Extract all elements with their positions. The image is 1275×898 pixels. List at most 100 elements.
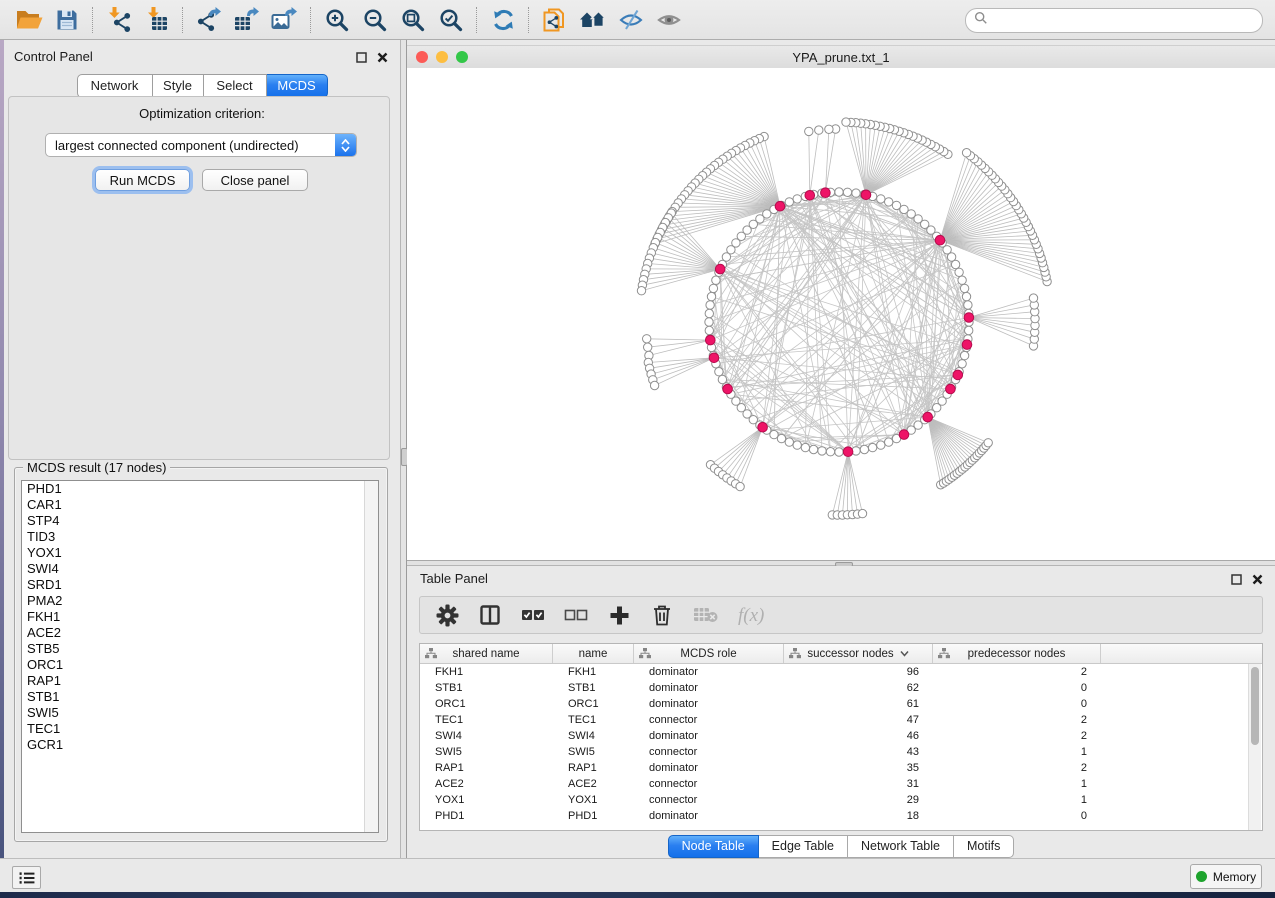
table-row[interactable]: TEC1TEC1connector472 [420, 712, 1262, 728]
mcds-result-item[interactable]: SWI4 [22, 561, 378, 577]
memory-button[interactable]: Memory [1190, 864, 1262, 889]
cell-predecessor-nodes[interactable]: 1 [933, 794, 1101, 806]
tab-style[interactable]: Style [153, 74, 204, 98]
delete-row-icon[interactable] [649, 602, 675, 628]
cell-successor-nodes[interactable]: 46 [784, 730, 933, 742]
cell-successor-nodes[interactable]: 62 [784, 682, 933, 694]
cell-successor-nodes[interactable]: 35 [784, 762, 933, 774]
search-box[interactable] [965, 8, 1263, 33]
table-row[interactable]: PHD1PHD1dominator180 [420, 808, 1262, 824]
cell-name[interactable]: ACE2 [553, 778, 634, 790]
mcds-result-item[interactable]: RAP1 [22, 673, 378, 689]
cell-name[interactable]: YOX1 [553, 794, 634, 806]
cell-MCDS-role[interactable]: connector [634, 746, 784, 758]
show-columns-icon[interactable] [477, 602, 503, 628]
network-window-titlebar[interactable]: YPA_prune.txt_1 [407, 45, 1275, 70]
cell-MCDS-role[interactable]: dominator [634, 730, 784, 742]
cell-predecessor-nodes[interactable]: 2 [933, 666, 1101, 678]
cell-shared-name[interactable]: TEC1 [420, 714, 553, 726]
mcds-result-item[interactable]: PHD1 [22, 481, 378, 497]
export-table-icon[interactable] [228, 4, 266, 36]
cell-shared-name[interactable]: YOX1 [420, 794, 553, 806]
duplicate-network-icon[interactable] [536, 4, 574, 36]
cell-successor-nodes[interactable]: 18 [784, 810, 933, 822]
cell-shared-name[interactable]: ACE2 [420, 778, 553, 790]
window-zoom-icon[interactable] [456, 51, 468, 63]
settings-icon[interactable] [434, 602, 460, 628]
cell-name[interactable]: ORC1 [553, 698, 634, 710]
cell-successor-nodes[interactable]: 61 [784, 698, 933, 710]
zoom-out-icon[interactable] [356, 4, 394, 36]
mcds-result-item[interactable]: GCR1 [22, 737, 378, 753]
cell-successor-nodes[interactable]: 47 [784, 714, 933, 726]
mcds-result-list[interactable]: PHD1CAR1STP4TID3YOX1SWI4SRD1PMA2FKH1ACE2… [21, 480, 379, 833]
close-panel-icon[interactable] [1251, 573, 1263, 585]
mcds-result-item[interactable]: SWI5 [22, 705, 378, 721]
cell-name[interactable]: FKH1 [553, 666, 634, 678]
zoom-fit-icon[interactable] [394, 4, 432, 36]
cell-name[interactable]: PHD1 [553, 810, 634, 822]
tab-mcds[interactable]: MCDS [267, 74, 328, 98]
column-header-predecessor-nodes[interactable]: predecessor nodes [933, 644, 1101, 663]
cell-predecessor-nodes[interactable]: 0 [933, 810, 1101, 822]
mcds-list-scrollbar[interactable] [364, 481, 378, 832]
column-header-successor-nodes[interactable]: successor nodes [784, 644, 933, 663]
vertical-splitter[interactable] [400, 40, 407, 858]
cell-MCDS-role[interactable]: dominator [634, 698, 784, 710]
run-mcds-button[interactable]: Run MCDS [95, 169, 190, 191]
cell-name[interactable]: SWI5 [553, 746, 634, 758]
deselect-all-icon[interactable] [563, 602, 589, 628]
tab-node-table[interactable]: Node Table [668, 835, 759, 858]
export-network-icon[interactable] [190, 4, 228, 36]
tab-edge-table[interactable]: Edge Table [759, 835, 848, 858]
cell-shared-name[interactable]: ORC1 [420, 698, 553, 710]
import-network-icon[interactable] [100, 4, 138, 36]
mcds-result-item[interactable]: STP4 [22, 513, 378, 529]
cell-MCDS-role[interactable]: connector [634, 778, 784, 790]
cell-MCDS-role[interactable]: connector [634, 794, 784, 806]
cell-name[interactable]: STB1 [553, 682, 634, 694]
window-minimize-icon[interactable] [436, 51, 448, 63]
cell-name[interactable]: RAP1 [553, 762, 634, 774]
add-row-icon[interactable] [606, 602, 632, 628]
cell-successor-nodes[interactable]: 43 [784, 746, 933, 758]
mcds-result-item[interactable]: ORC1 [22, 657, 378, 673]
table-row[interactable]: ORC1ORC1dominator610 [420, 696, 1262, 712]
tab-select[interactable]: Select [204, 74, 267, 98]
float-panel-icon[interactable] [1230, 573, 1242, 585]
cell-shared-name[interactable]: PHD1 [420, 810, 553, 822]
tab-motifs[interactable]: Motifs [954, 835, 1014, 858]
cell-predecessor-nodes[interactable]: 0 [933, 698, 1101, 710]
cell-predecessor-nodes[interactable]: 2 [933, 762, 1101, 774]
tab-network[interactable]: Network [77, 74, 153, 98]
table-scrollbar-thumb[interactable] [1251, 667, 1259, 745]
cell-predecessor-nodes[interactable]: 1 [933, 778, 1101, 790]
column-header-name[interactable]: name [553, 644, 634, 663]
table-row[interactable]: SWI4SWI4dominator462 [420, 728, 1262, 744]
cell-name[interactable]: SWI4 [553, 730, 634, 742]
column-header-MCDS-role[interactable]: MCDS role [634, 644, 784, 663]
mcds-result-item[interactable]: CAR1 [22, 497, 378, 513]
cell-successor-nodes[interactable]: 29 [784, 794, 933, 806]
hide-detail-icon[interactable] [612, 4, 650, 36]
cell-predecessor-nodes[interactable]: 2 [933, 730, 1101, 742]
import-table-icon[interactable] [138, 4, 176, 36]
tab-network-table[interactable]: Network Table [848, 835, 954, 858]
cell-MCDS-role[interactable]: dominator [634, 682, 784, 694]
mcds-result-item[interactable]: ACE2 [22, 625, 378, 641]
mcds-result-item[interactable]: PMA2 [22, 593, 378, 609]
zoom-in-icon[interactable] [318, 4, 356, 36]
optimization-criterion-select[interactable]: largest connected component (undirected) [45, 133, 357, 157]
table-row[interactable]: FKH1FKH1dominator962 [420, 664, 1262, 680]
cell-successor-nodes[interactable]: 96 [784, 666, 933, 678]
network-graph-canvas[interactable] [407, 68, 1275, 560]
mcds-result-item[interactable]: YOX1 [22, 545, 378, 561]
save-icon[interactable] [48, 4, 86, 36]
mcds-result-item[interactable]: TEC1 [22, 721, 378, 737]
open-file-icon[interactable] [10, 4, 48, 36]
float-panel-icon[interactable] [355, 51, 367, 63]
cell-MCDS-role[interactable]: dominator [634, 666, 784, 678]
cell-MCDS-role[interactable]: dominator [634, 810, 784, 822]
cell-predecessor-nodes[interactable]: 0 [933, 682, 1101, 694]
cell-shared-name[interactable]: RAP1 [420, 762, 553, 774]
